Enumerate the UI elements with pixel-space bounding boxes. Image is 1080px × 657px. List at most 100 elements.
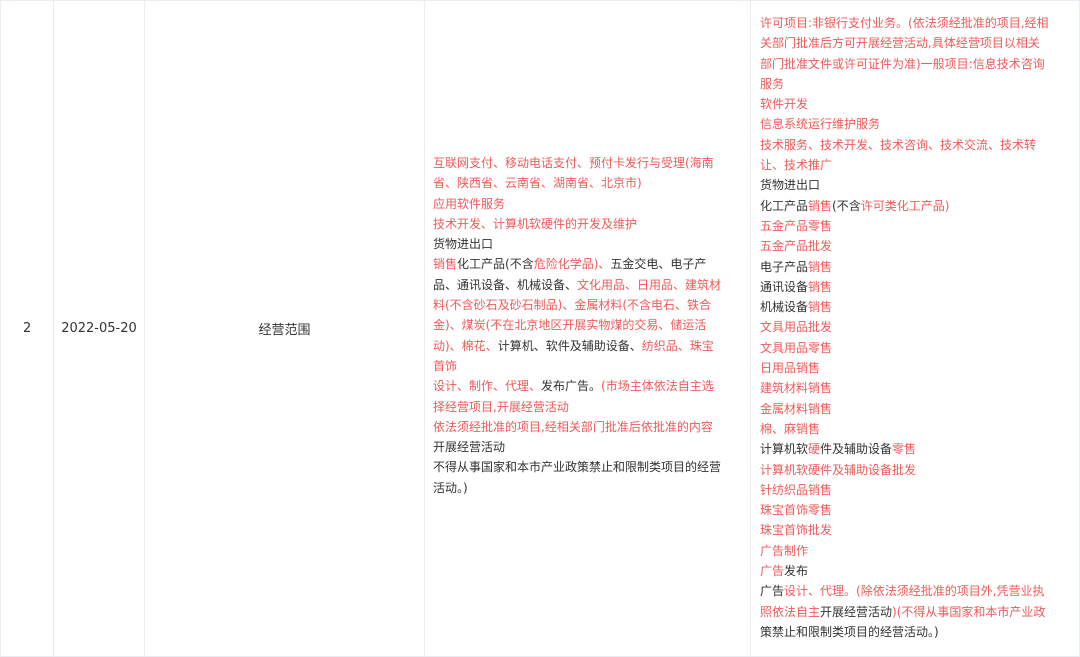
after-line: 技术服务、技术开发、技术咨询、技术交流、技术转: [760, 135, 1073, 155]
after-text-segment: 文具用品零售: [760, 340, 833, 355]
after-text-segment: 软件开发: [760, 97, 809, 112]
after-text-segment: 销售: [808, 279, 833, 294]
before-text-segment: 纺织品、珠宝: [641, 338, 714, 353]
after-text-segment: 策禁止和限制类项目的经营活动。): [760, 624, 939, 639]
before-line: 动)、棉花、计算机、软件及辅助设备、纺织品、珠宝: [433, 336, 744, 356]
before-line: 应用软件服务: [433, 194, 744, 214]
after-text-segment: 机械设备: [760, 300, 809, 315]
after-text-segment: 零售: [892, 442, 917, 457]
before-text-segment: 互联网支付、移动电话支付、预付卡发行与受理(海南: [433, 156, 714, 170]
before-line: 择经营项目,开展经营活动: [433, 397, 744, 417]
before-cell: 互联网支付、移动电话支付、预付卡发行与受理(海南省、陕西省、云南省、湖南省、北京…: [425, 1, 751, 656]
before-line: 开展经营活动: [433, 437, 744, 457]
before-text-segment: 不得从事国家和本市产业政策禁止和限制类项目的经营: [433, 460, 722, 475]
after-line: 信息系统运行维护服务: [760, 114, 1073, 134]
before-text-segment: 首饰: [433, 358, 458, 373]
after-text-segment: 许可项目:非银行支付业务。(依法须经批准的项目,经相: [760, 16, 1049, 30]
before-line: 首饰: [433, 356, 744, 376]
after-text-segment: 棉、麻销售: [760, 421, 821, 436]
before-text-segment: 销售: [433, 257, 458, 272]
after-text-segment: 建筑材料销售: [760, 381, 833, 396]
after-text-segment: 广告: [760, 564, 785, 579]
before-text-segment: 设计、制作、代理、: [433, 379, 542, 394]
change-item: 经营范围: [258, 323, 311, 338]
before-text-segment: 化工产品(不含: [457, 257, 534, 272]
after-text-segment: 针纺织品销售: [760, 482, 833, 497]
after-text-segment: 部门批准文件或许可证件为准)一般项目:信息技术咨询: [760, 56, 1045, 71]
after-line: 软件开发: [760, 94, 1073, 114]
after-line: 策禁止和限制类项目的经营活动。): [760, 622, 1073, 642]
after-line: 计算机软硬件及辅助设备批发: [760, 460, 1073, 480]
before-line: 品、通讯设备、机械设备、文化用品、日用品、建筑材: [433, 275, 744, 295]
after-line: 关部门批准后方可开展经营活动,具体经营项目以相关: [760, 33, 1073, 53]
before-text-segment: 电子产: [670, 257, 707, 272]
before-text-segment: 文化用品、日用品、建筑材: [577, 277, 722, 292]
after-line: 让、技术推广: [760, 155, 1073, 175]
after-line: 棉、麻销售: [760, 419, 1073, 439]
before-line: 技术开发、计算机软硬件的开发及维护: [433, 214, 744, 234]
before-line: 货物进出口: [433, 234, 744, 254]
index-cell: 2: [0, 1, 54, 656]
after-text-segment: 照依法自主: [760, 604, 821, 619]
before-text-segment: 金)、煤炭(不在北京地区开展实物煤的交易、储运活: [433, 318, 707, 333]
before-text-segment: 料(不含砂石及砂石制品)、金属材料(不含电石、铁合: [433, 298, 712, 313]
after-line: 广告发布: [760, 561, 1073, 581]
after-line: 针纺织品销售: [760, 480, 1073, 500]
after-text-segment: 服务: [760, 76, 785, 91]
before-line: 省、陕西省、云南省、湖南省、北京市): [433, 173, 744, 193]
after-line: 珠宝首饰批发: [760, 520, 1073, 540]
after-text-segment: 销售: [808, 300, 833, 315]
before-text-segment: 技术开发、计算机软硬件的开发及维护: [433, 216, 638, 231]
before-text-segment: 计算机、软件及辅助设备、: [497, 338, 642, 353]
after-line: 广告制作: [760, 541, 1073, 561]
after-text-segment: 计算机软硬件及辅助设备批发: [760, 462, 917, 477]
after-text-segment: 金属材料销售: [760, 401, 833, 416]
after-text-segment: 发布: [784, 564, 809, 579]
after-text-segment: 让、技术推广: [760, 158, 833, 173]
after-text-segment: 设计、代理。(除依法须经批准的项目外,凭营业执: [784, 584, 1045, 599]
after-text-segment: 计算机软: [760, 442, 809, 457]
after-line: 建筑材料销售: [760, 378, 1073, 398]
after-line: 货物进出口: [760, 175, 1073, 195]
after-line: 五金产品批发: [760, 236, 1073, 256]
after-text-segment: 化工产品: [760, 198, 809, 213]
after-line: 日用品销售: [760, 358, 1073, 378]
after-text-segment: 销售: [808, 259, 833, 274]
after-text-segment: 开展经营活动: [820, 604, 893, 619]
row-index: 2: [23, 321, 32, 336]
after-line: 金属材料销售: [760, 399, 1073, 419]
before-text-segment: (市场主体依法自主选: [601, 379, 714, 394]
after-line: 珠宝首饰零售: [760, 500, 1073, 520]
after-line: 机械设备销售: [760, 297, 1073, 317]
before-text-segment: 活动。): [433, 480, 468, 495]
after-text-segment: 关部门批准后方可开展经营活动,具体经营项目以相关: [760, 36, 1040, 51]
before-text-segment: 开展经营活动: [433, 440, 506, 455]
after-text-segment: 货物进出口: [760, 178, 821, 193]
after-line: 广告设计、代理。(除依法须经批准的项目外,凭营业执: [760, 581, 1073, 601]
after-text-segment: 技术服务、技术开发、技术咨询、技术交流、技术转: [760, 137, 1037, 152]
item-cell: 经营范围: [145, 1, 425, 656]
after-content: 许可项目:非银行支付业务。(依法须经批准的项目,经相 关部门批准后方可开展经营活动…: [760, 13, 1073, 642]
before-line: 料(不含砂石及砂石制品)、金属材料(不含电石、铁合: [433, 295, 744, 315]
date-cell: 2022-05-20: [54, 1, 145, 656]
before-text-segment: 动)、棉花、: [433, 338, 498, 353]
after-line: 计算机软硬件及辅助设备零售: [760, 439, 1073, 459]
after-cell: 许可项目:非银行支付业务。(依法须经批准的项目,经相 关部门批准后方可开展经营活动…: [751, 1, 1080, 656]
after-line: 文具用品批发: [760, 317, 1073, 337]
before-line: 活动。): [433, 478, 744, 498]
after-text-segment: 文具用品批发: [760, 320, 833, 335]
after-text-segment: )(不得从事国家和本市产业政: [892, 604, 1046, 619]
after-line: 化工产品销售(不含许可类化工产品): [760, 196, 1073, 216]
change-date: 2022-05-20: [61, 321, 137, 336]
change-record-table: 2 2022-05-20 经营范围 互联网支付、移动电话支付、预付卡发行与受理(…: [0, 0, 1080, 657]
after-text-segment: 五金产品批发: [760, 239, 833, 254]
after-text-segment: 珠宝首饰零售: [760, 503, 833, 518]
after-line: 五金产品零售: [760, 216, 1073, 236]
after-line: 部门批准文件或许可证件为准)一般项目:信息技术咨询: [760, 54, 1073, 74]
before-text-segment: 择经营项目,开展经营活动: [433, 399, 569, 414]
before-line: 销售化工产品(不含危险化学品)、五金交电、电子产: [433, 254, 744, 274]
after-text-segment: 通讯设备: [760, 279, 809, 294]
after-text-segment: 日用品销售: [760, 361, 821, 376]
before-line: 不得从事国家和本市产业政策禁止和限制类项目的经营: [433, 457, 744, 477]
after-line: 通讯设备销售: [760, 277, 1073, 297]
